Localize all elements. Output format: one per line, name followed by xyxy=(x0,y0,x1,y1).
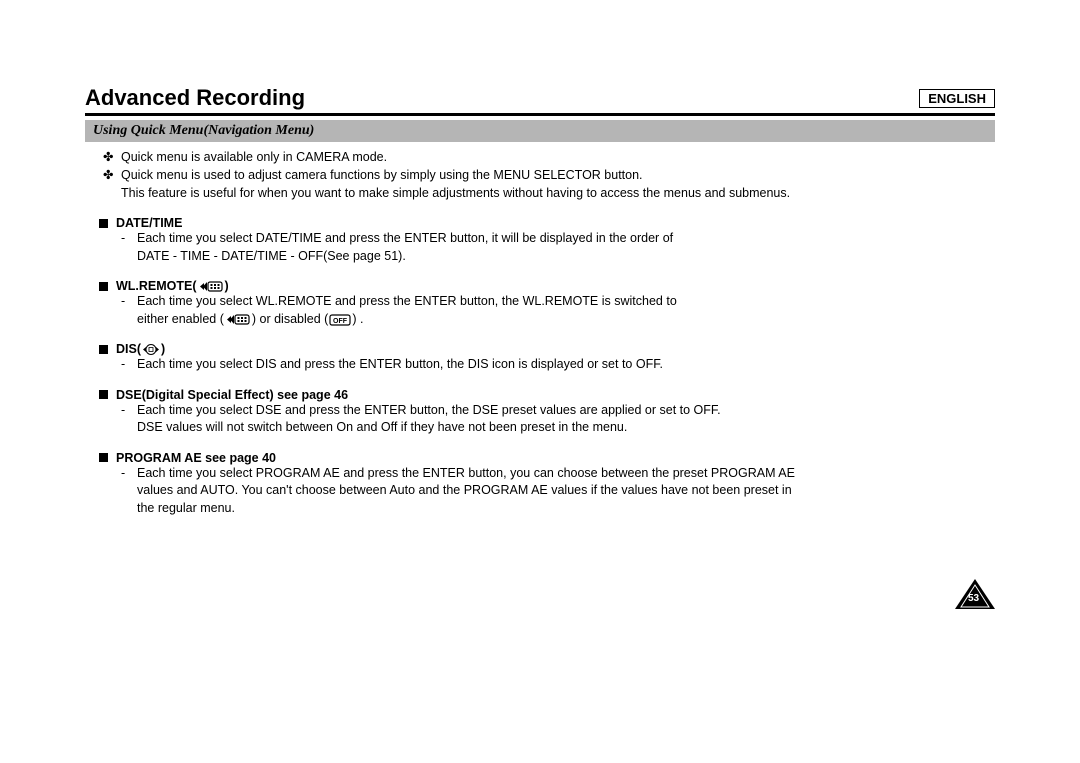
body-text: Each time you select WL.REMOTE and press… xyxy=(137,293,677,311)
page-title: Advanced Recording xyxy=(85,85,305,111)
body-text: the regular menu. xyxy=(137,500,235,518)
body-text: Each time you select DATE/TIME and press… xyxy=(137,230,673,248)
section-body: - Each time you select DSE and press the… xyxy=(121,402,995,437)
intro-text: Quick menu is used to adjust camera func… xyxy=(121,166,643,184)
section-title: DSE(Digital Special Effect) see page 46 xyxy=(116,388,348,402)
body-text: values and AUTO. You can't choose betwee… xyxy=(137,482,792,500)
page-number-badge: 53 xyxy=(955,579,995,609)
language-label: ENGLISH xyxy=(919,89,995,108)
dash-bullet: - xyxy=(121,465,137,483)
section-wl-remote: WL.REMOTE() - Each time you select WL.RE… xyxy=(85,279,995,328)
section-dis: DIS() - Each time you select DIS and pre… xyxy=(85,342,995,374)
clover-bullet-icon: ✤ xyxy=(103,166,121,184)
intro-line: ✤ Quick menu is used to adjust camera fu… xyxy=(103,166,995,184)
intro-text: This feature is useful for when you want… xyxy=(121,184,790,202)
section-date-time: DATE/TIME - Each time you select DATE/TI… xyxy=(85,216,995,265)
body-text: Each time you select DSE and press the E… xyxy=(137,402,721,420)
intro-line: ✤ Quick menu is available only in CAMERA… xyxy=(103,148,995,166)
section-heading: DIS() xyxy=(99,342,995,356)
section-title: DATE/TIME xyxy=(116,216,182,230)
section-title: PROGRAM AE see page 40 xyxy=(116,451,276,465)
section-body: - Each time you select WL.REMOTE and pre… xyxy=(121,293,995,328)
dis-icon xyxy=(142,343,160,356)
square-bullet-icon xyxy=(99,390,108,399)
remote-icon xyxy=(198,280,224,293)
header-row: Advanced Recording ENGLISH xyxy=(85,85,995,116)
section-program-ae: PROGRAM AE see page 40 - Each time you s… xyxy=(85,451,995,518)
section-heading: PROGRAM AE see page 40 xyxy=(99,451,995,465)
section-title: WL.REMOTE() xyxy=(116,279,229,293)
page-number: 53 xyxy=(968,593,979,604)
body-text: Each time you select DIS and press the E… xyxy=(137,356,663,374)
clover-bullet-icon: ✤ xyxy=(103,148,121,166)
dash-bullet: - xyxy=(121,402,137,420)
body-text: Each time you select PROGRAM AE and pres… xyxy=(137,465,795,483)
dash-bullet: - xyxy=(121,293,137,311)
dash-bullet: - xyxy=(121,356,137,374)
section-body: - Each time you select PROGRAM AE and pr… xyxy=(121,465,995,518)
subheading: Using Quick Menu(Navigation Menu) xyxy=(85,120,995,142)
section-heading: DSE(Digital Special Effect) see page 46 xyxy=(99,388,995,402)
square-bullet-icon xyxy=(99,219,108,228)
square-bullet-icon xyxy=(99,282,108,291)
intro-line: This feature is useful for when you want… xyxy=(121,184,995,202)
dash-bullet: - xyxy=(121,230,137,248)
manual-page: Advanced Recording ENGLISH Using Quick M… xyxy=(85,85,995,517)
square-bullet-icon xyxy=(99,453,108,462)
body-text: DSE values will not switch between On an… xyxy=(137,419,627,437)
body-text: DATE - TIME - DATE/TIME - OFF(See page 5… xyxy=(137,248,406,266)
square-bullet-icon xyxy=(99,345,108,354)
section-heading: DATE/TIME xyxy=(99,216,995,230)
remote-icon xyxy=(225,313,251,326)
section-heading: WL.REMOTE() xyxy=(99,279,995,293)
section-body: - Each time you select DIS and press the… xyxy=(121,356,995,374)
intro-text: Quick menu is available only in CAMERA m… xyxy=(121,148,387,166)
svg-text:OFF: OFF xyxy=(333,318,348,325)
body-text: either enabled () or disabled (OFF) . xyxy=(137,311,363,329)
section-dse: DSE(Digital Special Effect) see page 46 … xyxy=(85,388,995,437)
section-title: DIS() xyxy=(116,342,165,356)
intro-block: ✤ Quick menu is available only in CAMERA… xyxy=(103,148,995,202)
off-icon: OFF xyxy=(329,314,351,326)
section-body: - Each time you select DATE/TIME and pre… xyxy=(121,230,995,265)
